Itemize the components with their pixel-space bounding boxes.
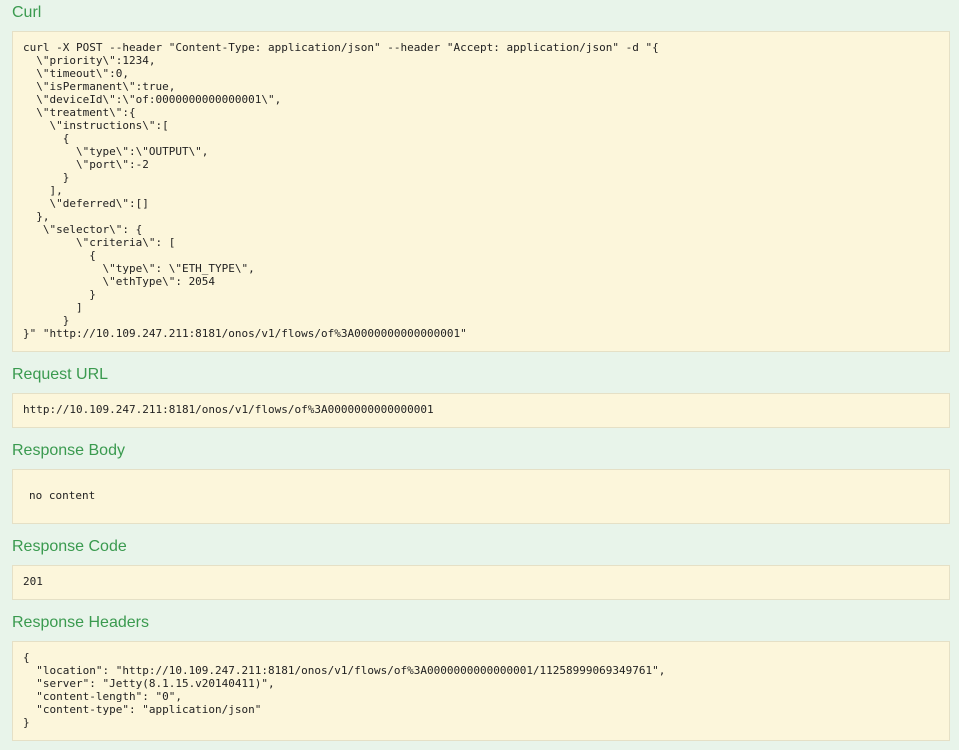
request-url-heading: Request URL <box>12 366 109 383</box>
response-code-block[interactable]: 201 <box>12 565 950 600</box>
response-headers-heading: Response Headers <box>12 614 149 631</box>
curl-heading: Curl <box>12 4 42 21</box>
response-body-text: no content <box>29 489 96 502</box>
request-url-block[interactable]: http://10.109.247.211:8181/onos/v1/flows… <box>12 393 950 428</box>
response-code-heading: Response Code <box>12 538 127 555</box>
response-body-block[interactable]: no content <box>12 469 950 524</box>
response-headers-block[interactable]: { "location": "http://10.109.247.211:818… <box>12 641 950 741</box>
response-body-heading: Response Body <box>12 442 125 459</box>
curl-command-block[interactable]: curl -X POST --header "Content-Type: app… <box>12 31 950 352</box>
